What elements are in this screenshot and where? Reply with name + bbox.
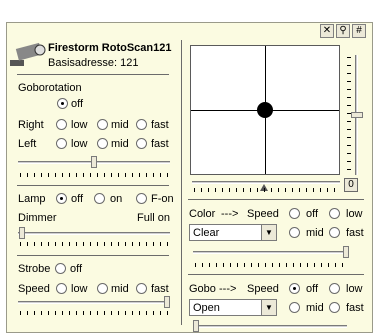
left-fast-radio[interactable] [136, 138, 147, 149]
lamp-on-label: on [110, 193, 123, 205]
gobo-off-radio[interactable] [289, 283, 300, 294]
right-label: Right [18, 119, 44, 131]
color-select[interactable]: Clear ▼ [189, 224, 277, 241]
right-low-label: low [71, 119, 88, 131]
device-name: Firestorm RotoScan121 [48, 42, 172, 54]
left-mid-radio[interactable] [97, 138, 108, 149]
lamp-f-on-radio[interactable] [136, 193, 147, 204]
moving-head-icon [10, 42, 46, 66]
strobe-fast-label: fast [151, 283, 169, 295]
dimmer-slider-thumb[interactable] [19, 227, 25, 239]
gobo-fast-label: fast [346, 302, 364, 314]
color-select-value: Clear [193, 227, 220, 239]
slider-ticks [20, 311, 170, 315]
gobo-fast-radio[interactable] [329, 302, 340, 313]
dimmer-slider-track[interactable] [18, 232, 170, 235]
color-off-radio[interactable] [289, 208, 300, 219]
divider [17, 185, 169, 186]
divider [17, 74, 169, 75]
color-slider-thumb[interactable] [343, 246, 349, 258]
color-fast-radio[interactable] [329, 227, 340, 238]
gobo-label: Gobo [189, 283, 216, 295]
color-slider-track[interactable] [193, 251, 347, 254]
divider [17, 255, 169, 256]
gobo-slider-thumb[interactable] [193, 320, 199, 332]
gobo-arrow: ---> [219, 283, 237, 295]
divider [188, 199, 364, 200]
gobo-low-radio[interactable] [329, 283, 340, 294]
gobo-rotation-off-radio[interactable] [57, 98, 68, 109]
gobo-select-value: Open [193, 302, 220, 314]
strobe-off-label: off [70, 263, 83, 275]
chevron-down-icon[interactable]: ▼ [261, 225, 276, 240]
color-fast-label: fast [346, 227, 364, 239]
full-on-label: Full on [137, 212, 171, 224]
left-mid-label: mid [111, 138, 129, 150]
strobe-mid-radio[interactable] [97, 283, 108, 294]
color-label: Color [189, 208, 216, 220]
gobo-low-label: low [346, 283, 363, 295]
lamp-off-radio[interactable] [56, 193, 67, 204]
right-mid-label: mid [111, 119, 129, 131]
title-strip [0, 0, 377, 16]
slider-ticks [194, 188, 340, 192]
left-label: Left [18, 138, 37, 150]
gobo-mid-radio[interactable] [289, 302, 300, 313]
center-button[interactable]: 0 [344, 178, 358, 192]
strobe-fast-radio[interactable] [136, 283, 147, 294]
gobo-rotation-title: Goborotation [18, 82, 82, 94]
base-address: Basisadresse: 121 [48, 57, 139, 69]
lamp-on-radio[interactable] [94, 193, 105, 204]
strobe-slider-track[interactable] [18, 301, 170, 304]
strobe-low-label: low [71, 283, 88, 295]
color-low-radio[interactable] [329, 208, 340, 219]
lamp-f-on-label: F-on [151, 193, 174, 205]
strobe-speed-label: Speed [18, 283, 50, 295]
left-low-label: low [71, 138, 88, 150]
pan-tilt-pad[interactable] [190, 45, 340, 175]
color-off-label: off [306, 208, 319, 220]
strobe-mid-label: mid [111, 283, 129, 295]
right-fast-label: fast [151, 119, 169, 131]
column-divider [181, 40, 182, 325]
gobo-select[interactable]: Open ▼ [189, 299, 277, 316]
gobo-off-label: off [306, 283, 319, 295]
color-arrow: ---> [221, 208, 239, 220]
lamp-off-label: off [71, 193, 84, 205]
slider-ticks [195, 263, 347, 267]
right-low-radio[interactable] [56, 119, 67, 130]
lamp-label: Lamp [18, 193, 46, 205]
slider-ticks [20, 173, 170, 177]
divider [188, 274, 364, 275]
position-marker[interactable] [257, 102, 273, 118]
tilt-slider-thumb[interactable] [351, 112, 363, 118]
gobo-rotation-slider-thumb[interactable] [91, 156, 97, 168]
strobe-off-radio[interactable] [55, 263, 66, 274]
color-low-label: low [346, 208, 363, 220]
color-mid-label: mid [306, 227, 324, 239]
close-icon[interactable]: ✕ [320, 24, 334, 38]
right-fast-radio[interactable] [136, 119, 147, 130]
pin-icon[interactable]: ⚲ [336, 24, 350, 38]
grid-icon[interactable]: # [352, 24, 366, 38]
strobe-slider-thumb[interactable] [163, 296, 170, 308]
slider-ticks [347, 57, 351, 175]
dimmer-label: Dimmer [18, 212, 57, 224]
gobo-slider-track[interactable] [193, 325, 347, 328]
slider-ticks [20, 242, 170, 246]
left-fast-label: fast [151, 138, 169, 150]
gobo-mid-label: mid [306, 302, 324, 314]
strobe-label: Strobe [18, 263, 51, 275]
gobo-speed-label: Speed [247, 283, 279, 295]
gobo-rotation-off-label: off [71, 98, 84, 110]
color-speed-label: Speed [247, 208, 279, 220]
color-mid-radio[interactable] [289, 227, 300, 238]
chevron-down-icon[interactable]: ▼ [261, 300, 276, 315]
right-mid-radio[interactable] [97, 119, 108, 130]
left-low-radio[interactable] [56, 138, 67, 149]
strobe-low-radio[interactable] [56, 283, 67, 294]
